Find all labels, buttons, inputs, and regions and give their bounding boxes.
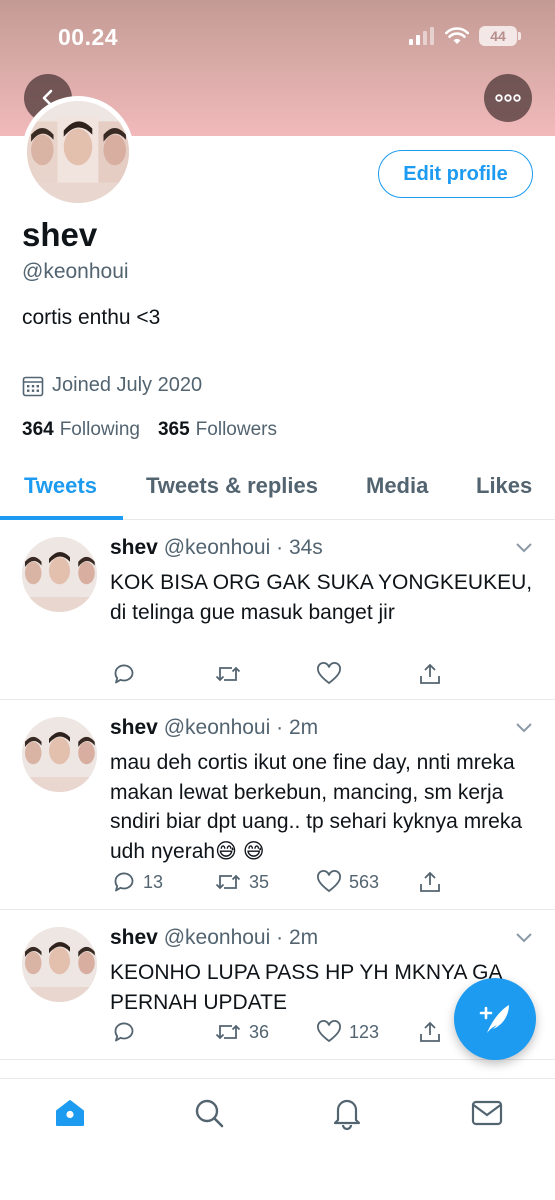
tweet-author-name: shev — [110, 536, 158, 559]
profile-tabs: Tweets Tweets & replies Media Likes — [0, 460, 555, 520]
tweet-actions: 36 123 — [110, 1020, 455, 1050]
retweet-icon — [215, 874, 241, 890]
follow-stats: 364 Following 365 Followers — [22, 419, 277, 441]
following-count: 364 — [22, 419, 54, 440]
tab-tweets-replies[interactable]: Tweets & replies — [146, 473, 318, 499]
share-button[interactable] — [418, 1020, 442, 1044]
share-icon — [420, 871, 440, 892]
retweet-button[interactable] — [214, 662, 249, 686]
chevron-down-icon[interactable] — [515, 722, 533, 734]
like-button[interactable] — [316, 662, 349, 686]
battery-indicator: 44 — [479, 26, 521, 46]
reply-button[interactable]: 13 — [112, 870, 163, 894]
profile-bio: cortis enthu <3 — [22, 306, 161, 329]
tweet-text: KOK BISA ORG GAK SUKA YONGKEUKEU, di tel… — [110, 571, 533, 624]
home-icon — [56, 1100, 84, 1126]
avatar-image — [22, 927, 97, 1002]
nav-messages[interactable] — [467, 1093, 507, 1133]
share-icon — [420, 663, 440, 684]
tweet-header: shev @keonhoui · 34s — [110, 536, 323, 560]
tab-tweets[interactable]: Tweets — [24, 473, 97, 499]
bottom-nav — [0, 1078, 555, 1200]
tweet-meta: @keonhoui · 34s — [163, 536, 323, 559]
retweet-button[interactable]: 36 — [214, 1020, 269, 1044]
search-icon — [195, 1099, 224, 1128]
joined-text: Joined July 2020 — [52, 374, 203, 396]
reply-count: 13 — [143, 871, 164, 892]
like-count: 123 — [349, 1021, 380, 1042]
retweet-count: 35 — [249, 871, 270, 892]
notifications-icon — [333, 1099, 361, 1130]
tweet-avatar[interactable] — [22, 717, 97, 792]
retweet-button[interactable]: 35 — [214, 870, 269, 894]
tweet-author-name: shev — [110, 716, 158, 739]
followers-link[interactable]: 365 Followers — [158, 419, 277, 441]
like-count: 563 — [349, 871, 380, 892]
retweet-icon — [215, 666, 241, 682]
tweet-avatar[interactable] — [22, 927, 97, 1002]
tweet-author-name: shev — [110, 926, 158, 949]
more-icon — [495, 94, 521, 102]
retweet-icon — [215, 1024, 241, 1040]
heart-icon — [317, 1020, 341, 1043]
tab-likes[interactable]: Likes — [476, 473, 532, 499]
tweet-actions: 13 35 563 — [110, 870, 455, 900]
display-name: shev — [22, 216, 98, 253]
following-label: Following — [59, 419, 140, 440]
chevron-down-icon[interactable] — [515, 932, 533, 944]
reply-button[interactable] — [112, 662, 143, 686]
share-button[interactable] — [418, 662, 442, 686]
tweet-meta: @keonhoui · 2m — [163, 926, 319, 949]
avatar-image — [27, 101, 129, 203]
nav-search[interactable] — [189, 1093, 229, 1133]
user-handle: @keonhoui — [22, 260, 129, 283]
share-icon — [420, 1021, 440, 1042]
reply-icon — [114, 1022, 134, 1042]
tab-media[interactable]: Media — [366, 473, 428, 499]
heart-icon — [317, 870, 341, 893]
nav-home[interactable] — [50, 1093, 90, 1133]
tweet-actions — [110, 662, 455, 692]
following-link[interactable]: 364 Following — [22, 419, 140, 441]
followers-label: Followers — [195, 419, 277, 440]
followers-count: 365 — [157, 419, 190, 440]
status-time: 00.24 — [58, 24, 119, 50]
avatar-image — [22, 537, 97, 612]
chevron-down-icon[interactable] — [515, 542, 533, 554]
profile-avatar[interactable] — [22, 96, 134, 208]
tweet-header: shev @keonhoui · 2m — [110, 926, 318, 950]
signal-icon — [409, 27, 434, 45]
more-button[interactable] — [484, 74, 532, 122]
retweet-count: 36 — [249, 1021, 270, 1042]
compose-feather-icon — [479, 1005, 509, 1033]
joined-date: Joined July 2020 — [22, 374, 202, 397]
like-button[interactable]: 123 — [316, 1020, 379, 1044]
share-button[interactable] — [418, 870, 442, 894]
tweet-item[interactable]: shev @keonhoui · 2m mau deh cortis ikut … — [0, 700, 555, 910]
calendar-icon — [22, 376, 44, 396]
messages-icon — [471, 1100, 503, 1126]
status-icons: 44 — [409, 26, 521, 46]
wifi-icon — [445, 27, 469, 44]
reply-button[interactable] — [112, 1020, 143, 1044]
avatar-image — [22, 717, 97, 792]
reply-icon — [114, 872, 134, 892]
tweet-text: mau deh cortis ikut one fine day, nnti m… — [110, 751, 523, 863]
heart-icon — [317, 662, 341, 685]
tweet-item[interactable]: shev @keonhoui · 34s KOK BISA ORG GAK SU… — [0, 520, 555, 700]
like-button[interactable]: 563 — [316, 870, 379, 894]
reply-icon — [114, 664, 134, 684]
tweet-meta: @keonhoui · 2m — [163, 716, 319, 739]
compose-tweet-button[interactable] — [454, 978, 536, 1060]
tweet-avatar[interactable] — [22, 537, 97, 612]
tweet-header: shev @keonhoui · 2m — [110, 716, 318, 740]
nav-notifications[interactable] — [327, 1093, 367, 1133]
edit-profile-button[interactable]: Edit profile — [378, 150, 533, 198]
